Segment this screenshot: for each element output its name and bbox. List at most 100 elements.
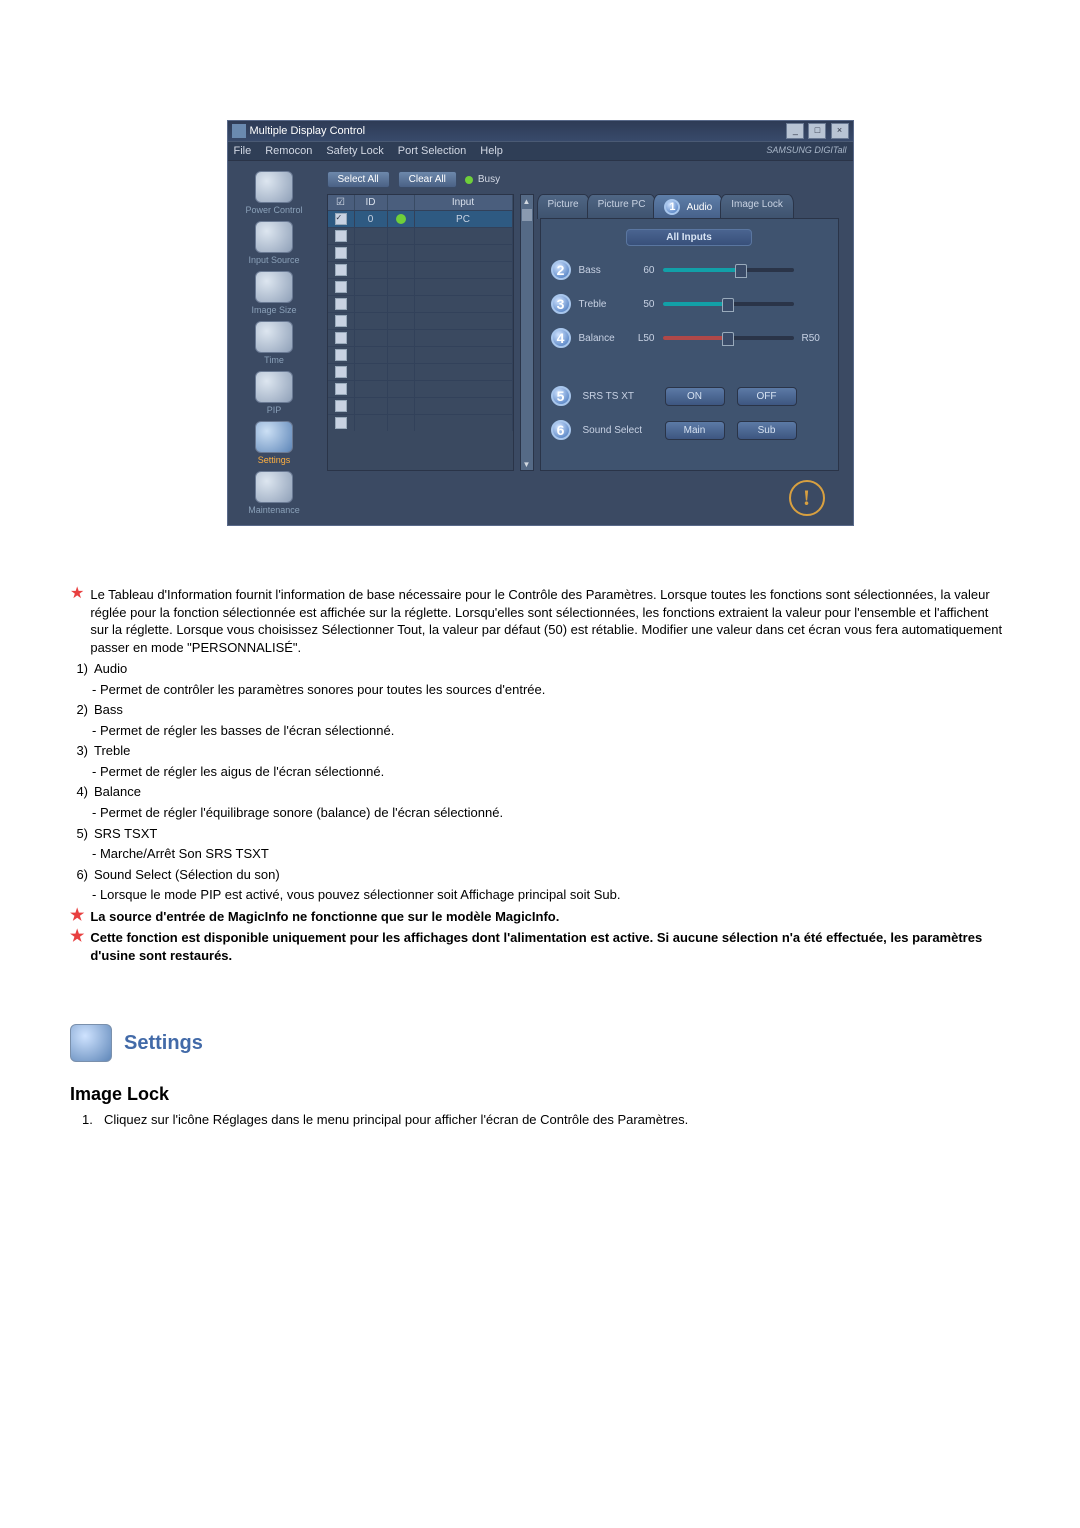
list-item-desc: - Permet de régler l'équilibrage sonore …: [92, 804, 1010, 822]
row-checkbox[interactable]: [335, 264, 347, 276]
slider-label: Treble: [579, 299, 619, 310]
srs-on-button[interactable]: ON: [665, 387, 725, 406]
row-checkbox[interactable]: [335, 281, 347, 293]
tab-picture-pc[interactable]: Picture PC: [587, 194, 657, 219]
callout-badge: 5: [551, 386, 571, 406]
table-row[interactable]: [328, 244, 513, 261]
row-checkbox[interactable]: [335, 230, 347, 242]
table-row[interactable]: [328, 414, 513, 431]
maintenance-icon: [255, 471, 293, 503]
col-status: [388, 195, 415, 210]
row-checkbox[interactable]: [335, 247, 347, 259]
row-checkbox[interactable]: [335, 366, 347, 378]
list-item: Bass: [94, 701, 1010, 719]
sidebar-item-image-size[interactable]: Image Size: [234, 271, 314, 315]
tab-audio[interactable]: 1 Audio: [653, 194, 723, 219]
maximize-button[interactable]: □: [808, 123, 826, 139]
callout-badge: 4: [551, 328, 571, 348]
menu-file[interactable]: File: [234, 145, 252, 157]
document-body: ★ Le Tableau d'Information fournit l'inf…: [70, 586, 1010, 1128]
list-item: Sound Select (Sélection du son): [94, 866, 1010, 884]
row-checkbox[interactable]: [335, 417, 347, 429]
table-row[interactable]: [328, 329, 513, 346]
app-icon: [232, 124, 246, 138]
table-row[interactable]: [328, 312, 513, 329]
star-icon: ★: [70, 908, 84, 926]
callout-badge: 6: [551, 420, 571, 440]
list-item: Audio: [94, 660, 1010, 678]
close-button[interactable]: ×: [831, 123, 849, 139]
warning-note: ★ Cette fonction est disponible uniqueme…: [70, 929, 1010, 964]
menu-safety-lock[interactable]: Safety Lock: [326, 145, 383, 157]
subsection-title: Image Lock: [70, 1082, 1010, 1106]
slider-value: 60: [627, 265, 655, 276]
table-row[interactable]: [328, 261, 513, 278]
sidebar-item-time[interactable]: Time: [234, 321, 314, 365]
list-item-desc: - Permet de régler les aigus de l'écran …: [92, 763, 1010, 781]
callout-badge: 1: [664, 199, 680, 215]
balance-slider-row: 4 Balance L50 R50: [551, 328, 828, 348]
sidebar-item-pip[interactable]: PIP: [234, 371, 314, 415]
row-checkbox[interactable]: [335, 298, 347, 310]
tab-picture[interactable]: Picture: [537, 194, 590, 219]
sidebar-item-power-control[interactable]: Power Control: [234, 171, 314, 215]
table-row[interactable]: ✓ 0 PC: [328, 210, 513, 227]
table-row[interactable]: [328, 278, 513, 295]
list-item-desc: - Marche/Arrêt Son SRS TSXT: [92, 845, 1010, 863]
select-all-button[interactable]: Select All: [327, 171, 390, 188]
settings-icon: [255, 421, 293, 453]
all-inputs-label: All Inputs: [626, 229, 752, 246]
tab-image-lock[interactable]: Image Lock: [720, 194, 794, 219]
scroll-down-icon[interactable]: ▼: [521, 458, 533, 470]
image-size-icon: [255, 271, 293, 303]
sidebar: Power Control Input Source Image Size Ti…: [228, 161, 321, 525]
callout-badge: 2: [551, 260, 571, 280]
slider-label: Balance: [579, 333, 619, 344]
table-row[interactable]: [328, 380, 513, 397]
sound-select-row: 6 Sound Select Main Sub: [551, 420, 828, 440]
sidebar-item-settings[interactable]: Settings: [234, 421, 314, 465]
list-item: SRS TSXT: [94, 825, 1010, 843]
slider-value: 50: [627, 299, 655, 310]
status-led-icon: [396, 214, 406, 224]
balance-slider[interactable]: [663, 336, 794, 340]
menu-remocon[interactable]: Remocon: [265, 145, 312, 157]
bass-slider[interactable]: [663, 268, 794, 272]
sidebar-item-input-source[interactable]: Input Source: [234, 221, 314, 265]
tabs: Picture Picture PC 1 Audio Image Lock: [540, 194, 839, 219]
grid-scrollbar[interactable]: ▲ ▼: [520, 194, 534, 471]
scroll-up-icon[interactable]: ▲: [521, 195, 533, 207]
info-icon[interactable]: !: [789, 480, 825, 516]
row-checkbox[interactable]: ✓: [335, 213, 347, 225]
row-checkbox[interactable]: [335, 349, 347, 361]
row-checkbox[interactable]: [335, 400, 347, 412]
table-row[interactable]: [328, 227, 513, 244]
scroll-thumb[interactable]: [522, 209, 532, 221]
clear-all-button[interactable]: Clear All: [398, 171, 457, 188]
row-id: 0: [355, 211, 388, 227]
srs-off-button[interactable]: OFF: [737, 387, 797, 406]
table-row[interactable]: [328, 397, 513, 414]
power-icon: [255, 171, 293, 203]
treble-slider-row: 3 Treble 50: [551, 294, 828, 314]
col-checkbox[interactable]: ☑: [328, 195, 355, 210]
menu-port-selection[interactable]: Port Selection: [398, 145, 466, 157]
row-checkbox[interactable]: [335, 383, 347, 395]
treble-slider[interactable]: [663, 302, 794, 306]
sound-sub-button[interactable]: Sub: [737, 421, 797, 440]
row-checkbox[interactable]: [335, 315, 347, 327]
table-row[interactable]: [328, 363, 513, 380]
star-icon: ★: [70, 586, 84, 656]
table-row[interactable]: [328, 346, 513, 363]
settings-panel: Picture Picture PC 1 Audio Image Lock Al…: [540, 194, 839, 471]
sidebar-item-maintenance[interactable]: Maintenance: [234, 471, 314, 515]
table-row[interactable]: [328, 295, 513, 312]
row-checkbox[interactable]: [335, 332, 347, 344]
footer-bar: !: [321, 471, 845, 525]
list-item-desc: - Lorsque le mode PIP est activé, vous p…: [92, 886, 1010, 904]
minimize-button[interactable]: _: [786, 123, 804, 139]
sound-main-button[interactable]: Main: [665, 421, 725, 440]
menu-help[interactable]: Help: [480, 145, 503, 157]
busy-indicator: Busy: [465, 174, 500, 185]
menubar: File Remocon Safety Lock Port Selection …: [228, 141, 853, 161]
